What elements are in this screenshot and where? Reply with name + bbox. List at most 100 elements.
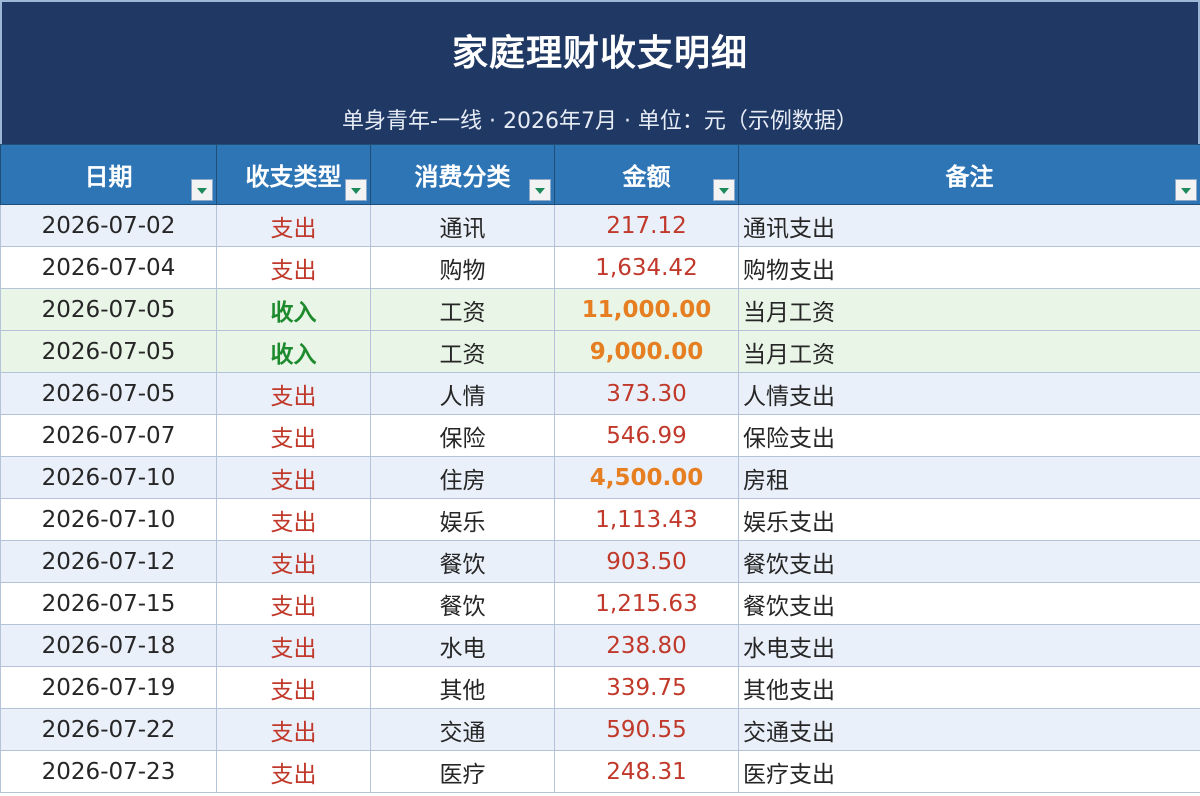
cell-category[interactable]: 医疗 xyxy=(370,750,555,793)
cell-date[interactable]: 2026-07-05 xyxy=(0,330,217,373)
cell-type[interactable]: 支出 xyxy=(216,708,371,751)
cell-date[interactable]: 2026-07-10 xyxy=(0,498,217,541)
cell-category[interactable]: 购物 xyxy=(370,246,555,289)
cell-amount[interactable]: 217.12 xyxy=(554,204,739,247)
table-row[interactable]: 2026-07-10 支出 娱乐 1,113.43 娱乐支出 xyxy=(0,498,1200,541)
cell-note[interactable]: 水电支出 xyxy=(738,624,1200,667)
cell-type[interactable]: 支出 xyxy=(216,498,371,541)
filter-dropdown-icon[interactable] xyxy=(345,179,367,201)
cell-category[interactable]: 餐饮 xyxy=(370,582,555,625)
cell-note[interactable]: 娱乐支出 xyxy=(738,498,1200,541)
column-header-category[interactable]: 消费分类 xyxy=(370,144,555,205)
cell-type[interactable]: 支出 xyxy=(216,540,371,583)
cell-note[interactable]: 人情支出 xyxy=(738,372,1200,415)
cell-category[interactable]: 交通 xyxy=(370,708,555,751)
cell-category[interactable]: 工资 xyxy=(370,330,555,373)
title-band: 家庭理财收支明细 单身青年-一线 · 2026年7月 · 单位：元（示例数据） xyxy=(0,0,1200,144)
table-row[interactable]: 2026-07-05 收入 工资 11,000.00 当月工资 xyxy=(0,288,1200,331)
table-row[interactable]: 2026-07-18 支出 水电 238.80 水电支出 xyxy=(0,624,1200,667)
column-header-label: 备注 xyxy=(945,163,994,191)
filter-dropdown-icon[interactable] xyxy=(191,179,213,201)
cell-date[interactable]: 2026-07-15 xyxy=(0,582,217,625)
header-row: 日期 收支类型 消费分类 金额 备注 xyxy=(0,144,1200,205)
cell-category[interactable]: 工资 xyxy=(370,288,555,331)
table-row[interactable]: 2026-07-23 支出 医疗 248.31 医疗支出 xyxy=(0,750,1200,793)
cell-note[interactable]: 通讯支出 xyxy=(738,204,1200,247)
column-header-note[interactable]: 备注 xyxy=(738,144,1200,205)
table-row[interactable]: 2026-07-04 支出 购物 1,634.42 购物支出 xyxy=(0,246,1200,289)
ledger-table: 日期 收支类型 消费分类 金额 备注 2026-07-02 支出 通讯 217.… xyxy=(0,144,1200,793)
column-header-amount[interactable]: 金额 xyxy=(554,144,739,205)
cell-category[interactable]: 餐饮 xyxy=(370,540,555,583)
column-header-label: 消费分类 xyxy=(414,163,511,191)
cell-date[interactable]: 2026-07-05 xyxy=(0,372,217,415)
sheet-title: 家庭理财收支明细 xyxy=(451,33,748,74)
cell-date[interactable]: 2026-07-04 xyxy=(0,246,217,289)
cell-note[interactable]: 医疗支出 xyxy=(738,750,1200,793)
cell-note[interactable]: 餐饮支出 xyxy=(738,540,1200,583)
cell-category[interactable]: 保险 xyxy=(370,414,555,457)
table-row[interactable]: 2026-07-19 支出 其他 339.75 其他支出 xyxy=(0,666,1200,709)
column-header-date[interactable]: 日期 xyxy=(0,144,217,205)
cell-date[interactable]: 2026-07-22 xyxy=(0,708,217,751)
cell-amount[interactable]: 238.80 xyxy=(554,624,739,667)
cell-amount[interactable]: 1,215.63 xyxy=(554,582,739,625)
cell-date[interactable]: 2026-07-10 xyxy=(0,456,217,499)
cell-note[interactable]: 房租 xyxy=(738,456,1200,499)
cell-type[interactable]: 支出 xyxy=(216,750,371,793)
cell-type[interactable]: 支出 xyxy=(216,582,371,625)
table-row[interactable]: 2026-07-15 支出 餐饮 1,215.63 餐饮支出 xyxy=(0,582,1200,625)
cell-category[interactable]: 水电 xyxy=(370,624,555,667)
cell-amount[interactable]: 1,634.42 xyxy=(554,246,739,289)
cell-type[interactable]: 支出 xyxy=(216,456,371,499)
cell-date[interactable]: 2026-07-19 xyxy=(0,666,217,709)
table-row[interactable]: 2026-07-12 支出 餐饮 903.50 餐饮支出 xyxy=(0,540,1200,583)
cell-note[interactable]: 当月工资 xyxy=(738,288,1200,331)
cell-amount[interactable]: 9,000.00 xyxy=(554,330,739,373)
cell-date[interactable]: 2026-07-23 xyxy=(0,750,217,793)
cell-date[interactable]: 2026-07-02 xyxy=(0,204,217,247)
cell-amount[interactable]: 1,113.43 xyxy=(554,498,739,541)
cell-category[interactable]: 通讯 xyxy=(370,204,555,247)
cell-category[interactable]: 娱乐 xyxy=(370,498,555,541)
cell-category[interactable]: 其他 xyxy=(370,666,555,709)
table-row[interactable]: 2026-07-02 支出 通讯 217.12 通讯支出 xyxy=(0,204,1200,247)
cell-type[interactable]: 支出 xyxy=(216,372,371,415)
cell-date[interactable]: 2026-07-07 xyxy=(0,414,217,457)
table-row[interactable]: 2026-07-22 支出 交通 590.55 交通支出 xyxy=(0,708,1200,751)
cell-note[interactable]: 购物支出 xyxy=(738,246,1200,289)
cell-amount[interactable]: 339.75 xyxy=(554,666,739,709)
cell-note[interactable]: 餐饮支出 xyxy=(738,582,1200,625)
table-row[interactable]: 2026-07-05 收入 工资 9,000.00 当月工资 xyxy=(0,330,1200,373)
cell-amount[interactable]: 373.30 xyxy=(554,372,739,415)
cell-amount[interactable]: 248.31 xyxy=(554,750,739,793)
cell-type[interactable]: 收入 xyxy=(216,330,371,373)
filter-dropdown-icon[interactable] xyxy=(529,179,551,201)
table-row[interactable]: 2026-07-07 支出 保险 546.99 保险支出 xyxy=(0,414,1200,457)
table-row[interactable]: 2026-07-05 支出 人情 373.30 人情支出 xyxy=(0,372,1200,415)
cell-date[interactable]: 2026-07-18 xyxy=(0,624,217,667)
cell-amount[interactable]: 4,500.00 xyxy=(554,456,739,499)
cell-type[interactable]: 支出 xyxy=(216,414,371,457)
cell-type[interactable]: 支出 xyxy=(216,246,371,289)
column-header-type[interactable]: 收支类型 xyxy=(216,144,371,205)
filter-dropdown-icon[interactable] xyxy=(713,179,735,201)
cell-amount[interactable]: 546.99 xyxy=(554,414,739,457)
cell-note[interactable]: 交通支出 xyxy=(738,708,1200,751)
cell-type[interactable]: 支出 xyxy=(216,624,371,667)
cell-type[interactable]: 支出 xyxy=(216,666,371,709)
cell-type[interactable]: 支出 xyxy=(216,204,371,247)
cell-note[interactable]: 当月工资 xyxy=(738,330,1200,373)
cell-note[interactable]: 其他支出 xyxy=(738,666,1200,709)
cell-category[interactable]: 人情 xyxy=(370,372,555,415)
cell-amount[interactable]: 590.55 xyxy=(554,708,739,751)
cell-amount[interactable]: 11,000.00 xyxy=(554,288,739,331)
cell-note[interactable]: 保险支出 xyxy=(738,414,1200,457)
filter-dropdown-icon[interactable] xyxy=(1175,179,1197,201)
cell-date[interactable]: 2026-07-05 xyxy=(0,288,217,331)
cell-type[interactable]: 收入 xyxy=(216,288,371,331)
cell-date[interactable]: 2026-07-12 xyxy=(0,540,217,583)
cell-category[interactable]: 住房 xyxy=(370,456,555,499)
cell-amount[interactable]: 903.50 xyxy=(554,540,739,583)
table-row[interactable]: 2026-07-10 支出 住房 4,500.00 房租 xyxy=(0,456,1200,499)
